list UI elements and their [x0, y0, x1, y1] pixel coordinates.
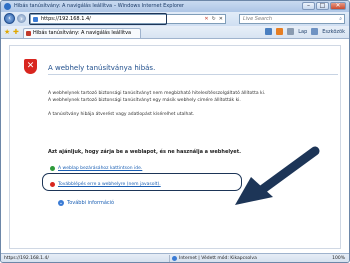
green-check-icon [50, 166, 55, 171]
tab-certificate-error[interactable]: Hibás tanúsítvány: A navigálás leállítva [23, 28, 141, 38]
search-placeholder: Live Search [243, 16, 273, 22]
back-arrow-icon: ‹ [8, 14, 11, 22]
page-menu[interactable]: Lap [298, 29, 307, 35]
home-icon[interactable] [265, 28, 273, 35]
error-tab-icon [26, 31, 31, 36]
search-box[interactable]: Live Search ⌕ [239, 14, 345, 24]
feeds-icon[interactable] [276, 28, 284, 35]
command-bar: Lap Eszközök [265, 28, 345, 35]
window-controls: – □ ✕ [302, 2, 346, 11]
security-zone[interactable]: Internet | Védett mód: Kikapcsolva [169, 255, 257, 262]
expand-chevron-icon[interactable]: ⌄ [58, 200, 64, 206]
back-button[interactable]: ‹ [4, 13, 15, 24]
zoom-level[interactable]: 100% [332, 255, 345, 262]
favorites-star-icon[interactable]: ★ [4, 28, 10, 36]
tab-label: Hibás tanúsítvány: A navigálás leállítva [33, 30, 132, 36]
shield-error-icon: ✕ [24, 59, 37, 74]
forward-arrow-icon: › [20, 15, 23, 23]
continue-option[interactable]: Továbblépés erre a webhelyre (nem javaso… [50, 182, 161, 187]
status-bar: https://192.168.1.4/ Internet | Védett m… [1, 253, 349, 262]
address-controls: ✕ ↻ ✕ [204, 16, 223, 22]
tools-icon [311, 28, 319, 35]
warning-text: A tanúsítvány hibája átverést vagy adatl… [48, 112, 195, 117]
recommendation-text: Azt ajánljuk, hogy zárja be a weblapot, … [48, 149, 241, 155]
stop-icon[interactable]: ✕ [219, 16, 223, 22]
continue-link[interactable]: Továbblépés erre a webhelyre (nem javaso… [58, 182, 161, 187]
error-description: A webhelynek tartozó biztonsági tanúsítv… [48, 90, 265, 104]
description-line-2: A webhelynek tartozó biztonsági tanúsítv… [48, 98, 241, 103]
close-button[interactable]: ✕ [330, 2, 346, 10]
address-row: ‹ › https://192.168.1.4/ ✕ ↻ ✕ Live Sear… [1, 12, 349, 26]
more-information-label[interactable]: További információ [67, 200, 114, 206]
refresh-icon[interactable]: ↻ [212, 16, 216, 22]
forward-button[interactable]: › [17, 14, 26, 23]
close-page-option[interactable]: A weblap bezárásához kattintson ide. [50, 166, 142, 171]
arrow-shaft [258, 146, 320, 194]
internet-explorer-icon [4, 3, 11, 10]
maximize-button[interactable]: □ [316, 2, 329, 10]
description-line-1: A webhelynek tartozó biztonsági tanúsítv… [48, 91, 266, 96]
page-content: ✕ A webhely tanúsítványa hibás. A webhel… [1, 39, 349, 253]
divider [48, 74, 338, 75]
error-title: A webhely tanúsítványa hibás. [48, 64, 156, 72]
more-information[interactable]: ⌄ További információ [58, 200, 114, 206]
certificate-error-icon[interactable]: ✕ [204, 16, 208, 22]
pointer-arrow [235, 146, 320, 205]
close-page-link[interactable]: A weblap bezárásához kattintson ide. [58, 166, 142, 171]
minimize-button[interactable]: – [302, 2, 315, 10]
globe-icon [172, 256, 177, 261]
security-zone-label: Internet | Védett mód: Kikapcsolva [179, 256, 257, 261]
address-highlight-box [29, 13, 167, 25]
tab-toolbar: ★ ✚ Hibás tanúsítvány: A navigálás leáll… [1, 26, 349, 39]
search-icon[interactable]: ⌕ [339, 16, 342, 22]
add-favorites-icon[interactable]: ✚ [13, 28, 19, 36]
title-bar: Hibás tanúsítvány: A navigálás leállítva… [1, 1, 349, 12]
window-title: Hibás tanúsítvány: A navigálás leállítva… [14, 3, 184, 9]
browser-window: Hibás tanúsítvány: A navigálás leállítva… [0, 0, 350, 263]
tools-menu[interactable]: Eszközök [322, 29, 345, 35]
status-url: https://192.168.1.4/ [4, 256, 49, 261]
red-shield-icon [50, 182, 55, 187]
print-icon[interactable] [287, 28, 295, 35]
